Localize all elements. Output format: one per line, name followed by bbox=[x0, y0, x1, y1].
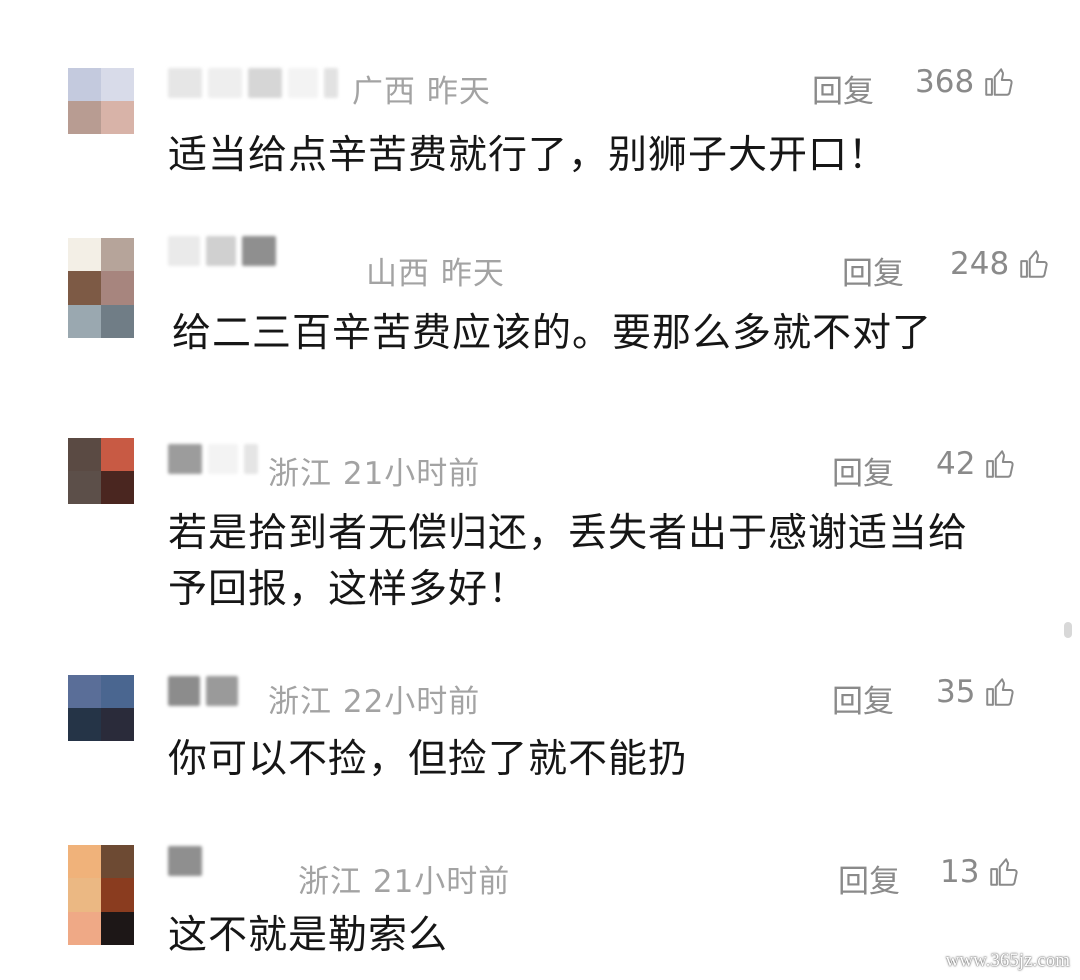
location-time: 浙江 21小时前 bbox=[298, 864, 511, 900]
comment-item: 浙江 21小时前 回复 13 这不就是勒索么 bbox=[0, 0, 1080, 980]
avatar-pixel bbox=[68, 911, 101, 945]
thumbs-up-icon bbox=[990, 858, 1019, 886]
avatar-pixel bbox=[101, 845, 134, 879]
scrollbar-thumb[interactable] bbox=[1064, 622, 1072, 638]
username-redacted[interactable] bbox=[168, 846, 202, 876]
avatar-pixel bbox=[68, 845, 101, 879]
reply-button[interactable]: 回复 bbox=[838, 856, 900, 901]
avatar-pixel bbox=[68, 878, 101, 912]
avatar-pixel bbox=[101, 878, 134, 912]
comment-text: 这不就是勒索么 bbox=[168, 913, 449, 958]
like-button[interactable]: 13 bbox=[940, 854, 1021, 890]
avatar-pixel bbox=[101, 911, 134, 945]
like-count: 13 bbox=[940, 854, 980, 890]
avatar[interactable] bbox=[68, 845, 134, 945]
watermark: www.365jz.com bbox=[945, 950, 1070, 971]
